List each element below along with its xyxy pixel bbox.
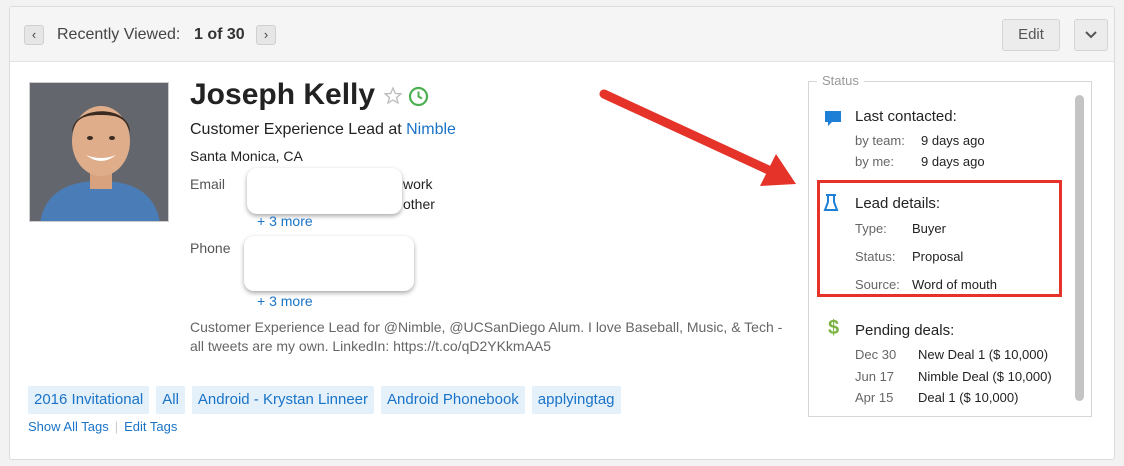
by-team-label: by team: [855, 133, 905, 148]
dollar-icon: $ [828, 317, 840, 339]
lead-type-label: Type: [855, 221, 887, 236]
avatar [29, 82, 169, 222]
recently-viewed-label: Recently Viewed: [57, 26, 181, 43]
deal-date: Apr 15 [855, 390, 894, 405]
tag-item[interactable]: All [156, 386, 185, 414]
status-scrollbar[interactable] [1075, 95, 1084, 401]
email-values-redacted[interactable] [247, 168, 402, 214]
lead-type-value: Buyer [912, 221, 946, 236]
by-me-label: by me: [855, 154, 895, 169]
phone-more-link[interactable]: + 3 more [257, 293, 313, 309]
next-button[interactable]: › [256, 25, 276, 45]
deal-link[interactable]: New Deal 1 ($ 10,000) [918, 347, 1048, 362]
contact-location: Santa Monica, CA [190, 148, 303, 164]
email-type-other: other [403, 196, 435, 212]
tag-item[interactable]: Android - Krystan Linneer [191, 386, 375, 414]
tag-item[interactable]: 2016 Invitational [28, 386, 150, 414]
contact-name: Joseph Kelly [190, 78, 376, 111]
edit-button[interactable]: Edit [1002, 19, 1060, 51]
tag-item[interactable]: Android Phonebook [381, 386, 525, 414]
deal-link[interactable]: Deal 1 ($ 10,000) [918, 390, 1018, 405]
chat-icon [825, 111, 841, 126]
last-contacted-title: Last contacted: [855, 108, 957, 125]
chevron-down-icon [1085, 31, 1097, 39]
prev-button[interactable]: ‹ [24, 25, 44, 45]
person-photo [30, 83, 168, 221]
phone-label: Phone [190, 240, 231, 256]
contact-title: Customer Experience Lead at Nimble [190, 121, 456, 139]
lead-source-value: Word of mouth [912, 277, 998, 292]
by-me-value: 9 days ago [921, 154, 985, 169]
tag-item[interactable]: applyingtag [531, 386, 621, 414]
email-type-work: work [403, 176, 433, 192]
email-more-link[interactable]: + 3 more [257, 213, 313, 229]
top-bar: ‹ Recently Viewed: 1 of 30 › Edit [10, 7, 1114, 62]
link-separator: | [114, 419, 119, 434]
contact-bio: Customer Experience Lead for @Nimble, @U… [190, 319, 783, 354]
company-link[interactable]: Nimble [406, 121, 456, 138]
show-all-tags-link[interactable]: Show All Tags [28, 419, 109, 434]
lead-status-label: Status: [855, 249, 896, 264]
funnel-icon [823, 194, 839, 211]
lead-source-label: Source: [855, 277, 900, 292]
star-icon[interactable] [383, 86, 403, 106]
recently-viewed-count: 1 of 30 [194, 26, 245, 43]
clock-icon[interactable] [408, 86, 429, 107]
deal-date: Jun 17 [855, 369, 895, 384]
deal-link[interactable]: Nimble Deal ($ 10,000) [918, 369, 1052, 384]
lead-status-value: Proposal [912, 249, 964, 264]
edit-tags-link[interactable]: Edit Tags [124, 419, 177, 434]
deal-date: Dec 30 [855, 347, 897, 362]
title-text: Customer Experience Lead at [190, 121, 407, 138]
status-legend: Status [817, 73, 864, 88]
more-actions-button[interactable] [1074, 19, 1108, 51]
by-team-value: 9 days ago [921, 133, 985, 148]
email-label: Email [190, 176, 226, 192]
lead-details-title: Lead details: [855, 195, 941, 212]
tag-links: Show All Tags | Edit Tags [28, 419, 177, 434]
tag-list: 2016 Invitational All Android - Krystan … [28, 386, 628, 414]
annotation-arrow [599, 89, 796, 186]
pending-deals-title: Pending deals: [855, 322, 955, 339]
phone-values-redacted[interactable] [244, 236, 414, 291]
